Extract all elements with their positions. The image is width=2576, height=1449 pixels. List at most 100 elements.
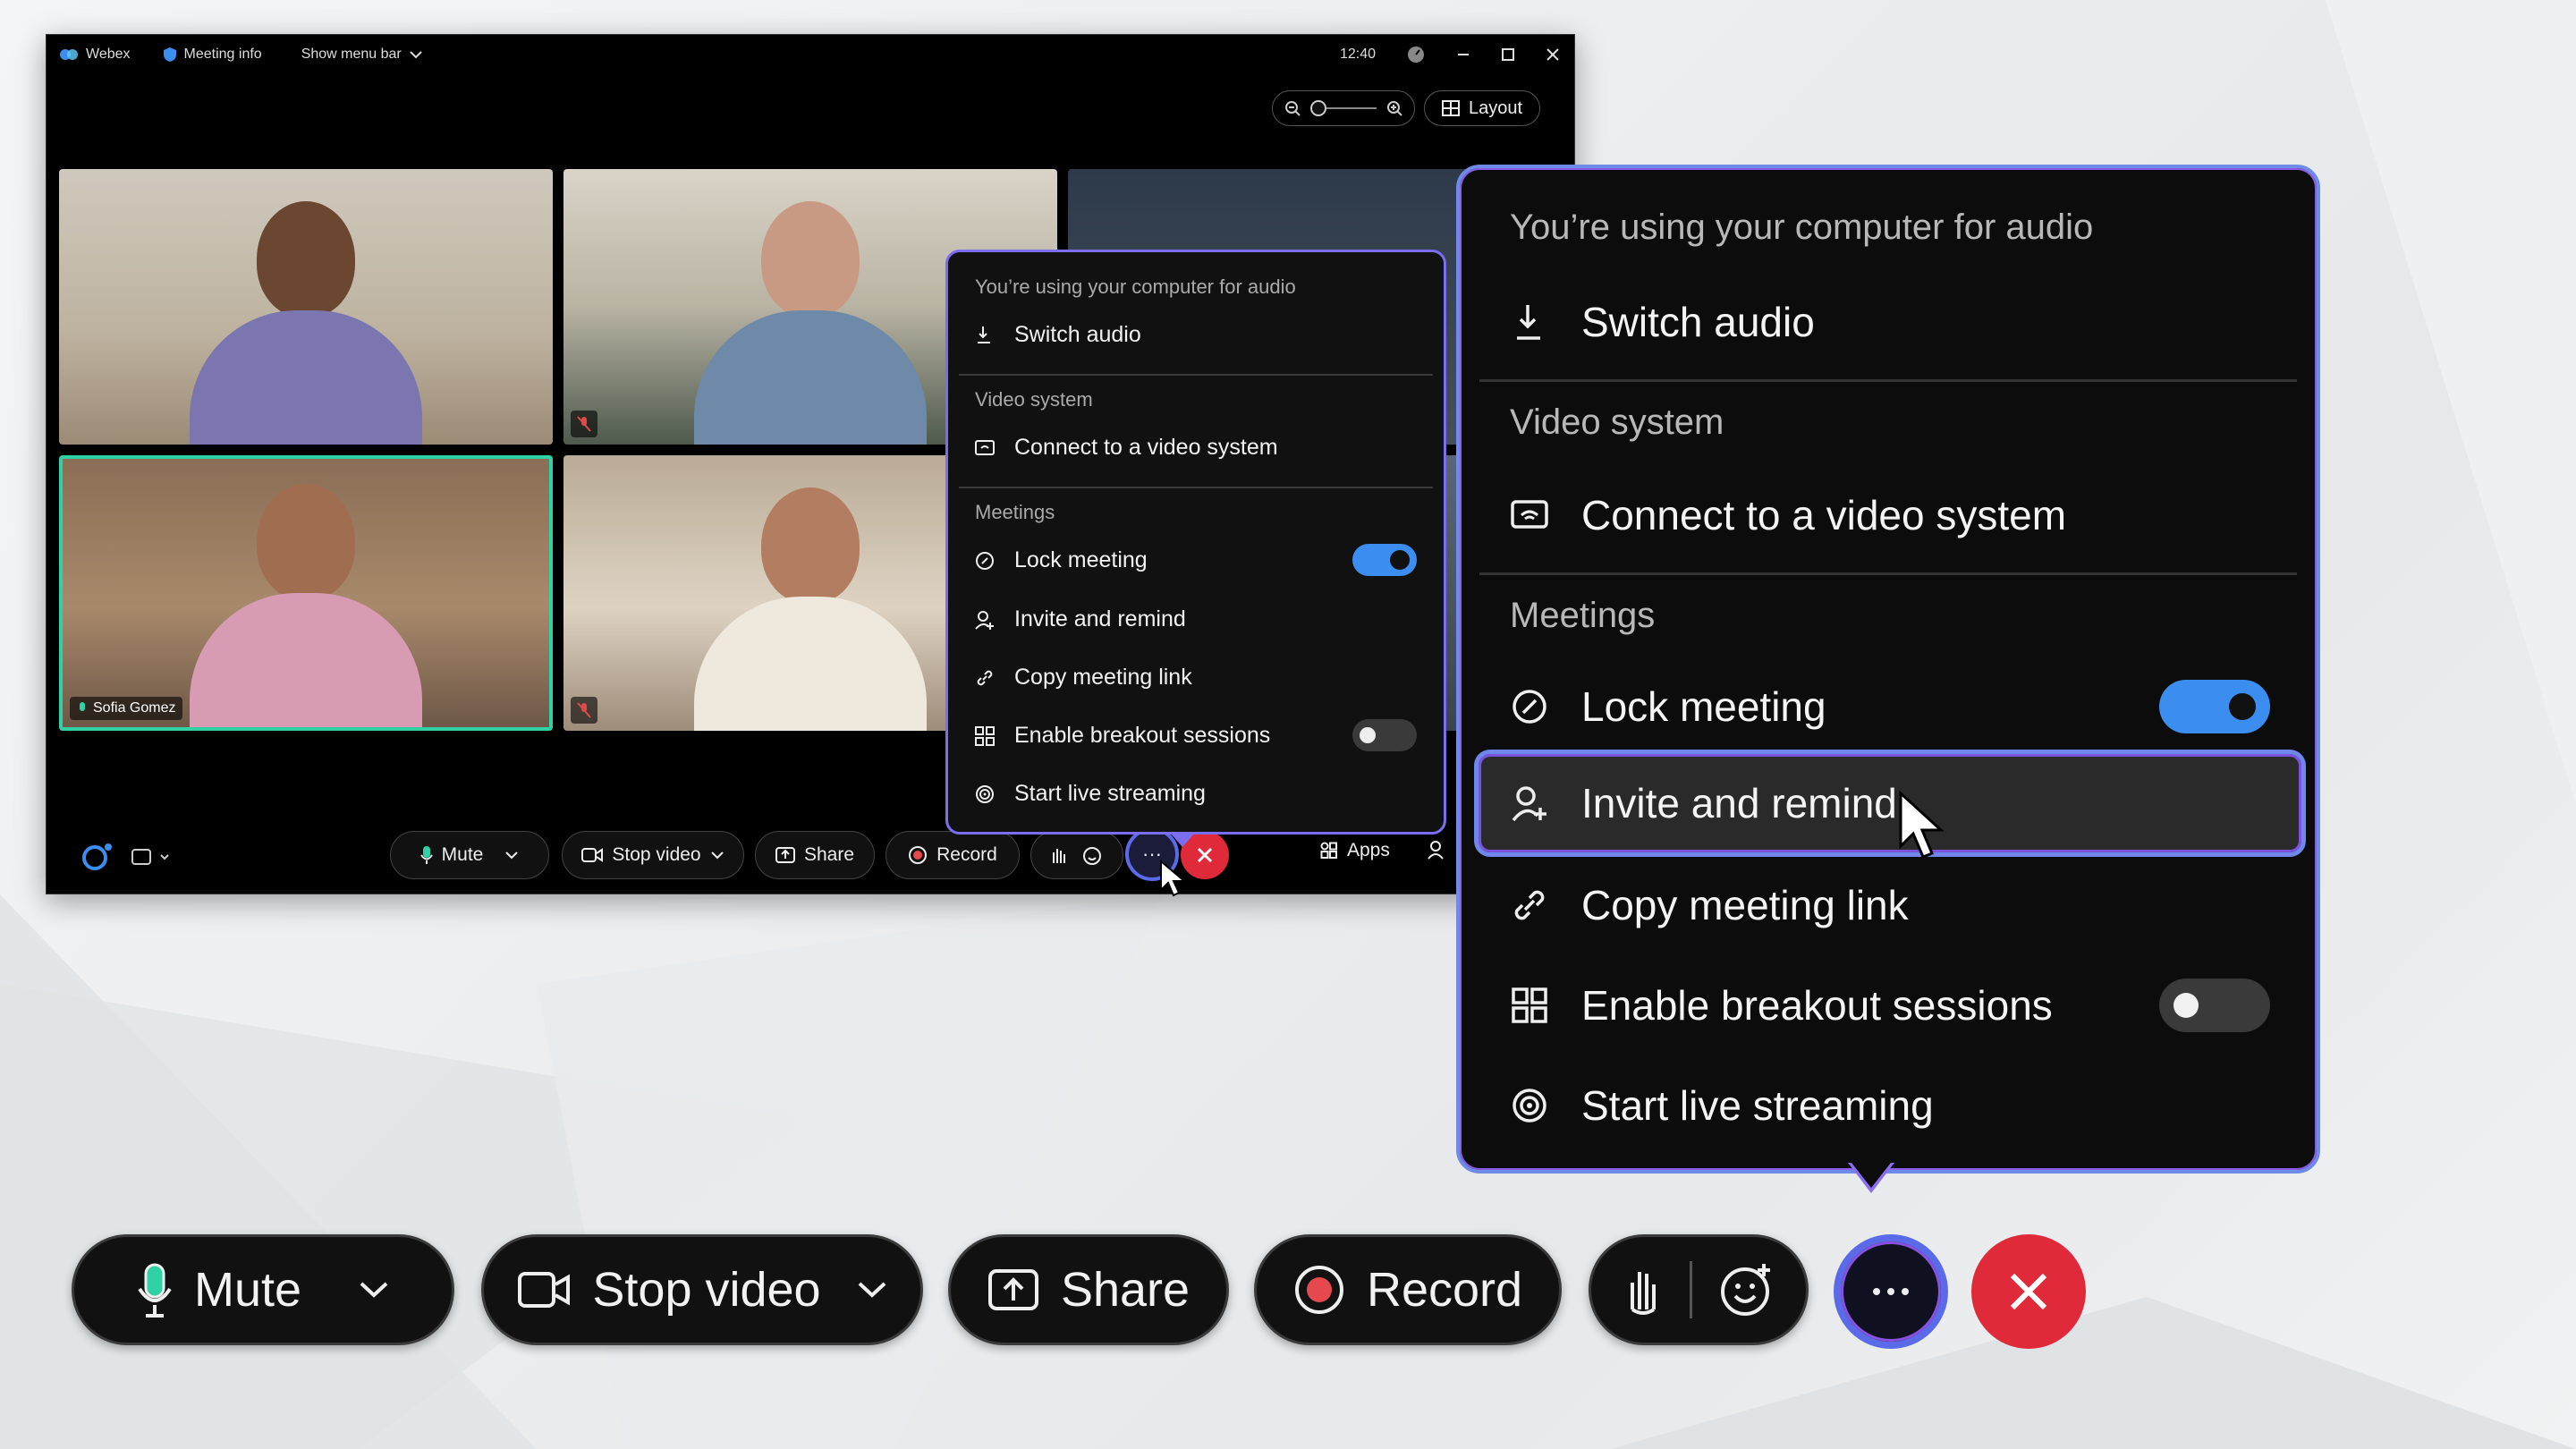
chevron-down-icon <box>410 51 422 59</box>
lock-meeting-item[interactable]: Lock meeting <box>975 547 1148 573</box>
close-icon <box>2010 1273 2047 1310</box>
stop-video-button-small[interactable]: Stop video <box>562 831 744 879</box>
invite-label: Invite and remind <box>1581 780 1897 826</box>
lock-meeting-label: Lock meeting <box>1581 683 1826 730</box>
reactions-group <box>1589 1234 1809 1345</box>
mute-button[interactable]: Mute <box>72 1234 454 1345</box>
meetings-section: Meetings <box>1510 596 1656 635</box>
participant-video <box>694 487 927 731</box>
reaction-icon[interactable] <box>1719 1262 1775 1318</box>
grid-layout-icon <box>1441 100 1460 116</box>
apps-icon <box>1320 842 1337 859</box>
divider <box>1689 1261 1692 1318</box>
participants-icon[interactable] <box>1428 840 1447 860</box>
raise-hand-icon[interactable] <box>1050 845 1066 865</box>
clock: 12:40 <box>1339 47 1376 62</box>
switch-audio-icon <box>1517 305 1540 340</box>
lock-meeting-item[interactable]: Lock meeting <box>1510 673 2267 741</box>
chevron-down-icon[interactable] <box>857 1281 887 1299</box>
video-system-icon <box>1511 500 1548 529</box>
zoom-slider[interactable] <box>1272 90 1415 126</box>
camera-icon <box>518 1272 571 1308</box>
lock-icon <box>1513 690 1546 724</box>
zoom-out-icon[interactable] <box>1284 99 1301 117</box>
breakout-toggle[interactable] <box>1352 719 1417 751</box>
apps-button[interactable]: Apps <box>1320 840 1390 861</box>
breakout-item[interactable]: Enable breakout sessions <box>975 723 1270 749</box>
webex-logo-icon <box>60 49 78 60</box>
live-streaming-item[interactable]: Start live streaming <box>1510 1072 2267 1140</box>
chevron-down-icon[interactable] <box>359 1281 389 1299</box>
connect-video-item[interactable]: Connect to a video system <box>1510 481 2267 549</box>
app-name: Webex <box>86 47 131 62</box>
record-label: Record <box>936 844 997 865</box>
lock-meeting-label: Lock meeting <box>1014 547 1148 572</box>
meeting-info-button[interactable]: Meeting info <box>163 47 262 63</box>
mic-muted-icon <box>577 702 591 718</box>
mic-muted-icon <box>577 416 591 432</box>
share-button-small[interactable]: Share <box>755 831 875 879</box>
zoom-track[interactable] <box>1310 100 1377 116</box>
lock-meeting-toggle[interactable] <box>2159 680 2270 733</box>
connect-video-item[interactable]: Connect to a video system <box>975 435 1278 461</box>
lock-meeting-toggle[interactable] <box>1352 544 1417 576</box>
minimize-icon[interactable] <box>1456 47 1470 62</box>
breakout-toggle[interactable] <box>2159 979 2270 1032</box>
switch-audio-item[interactable]: Switch audio <box>1510 288 2267 356</box>
copy-link-item[interactable]: Copy meeting link <box>975 665 1192 691</box>
zoom-in-icon[interactable] <box>1385 99 1403 117</box>
mute-label: Mute <box>441 844 484 865</box>
record-button[interactable]: Record <box>1254 1234 1562 1345</box>
webex-window: Webex Meeting info Show menu bar 12:40 L… <box>46 34 1575 897</box>
maximize-icon[interactable] <box>1501 47 1515 62</box>
breakout-icon <box>975 725 995 746</box>
apps-label: Apps <box>1347 840 1390 860</box>
raise-hand-icon[interactable] <box>1623 1263 1663 1317</box>
chevron-down-icon[interactable] <box>504 851 519 860</box>
share-icon <box>775 847 795 863</box>
audio-status: You’re using your computer for audio <box>975 275 1296 298</box>
more-dots-icon <box>1873 1288 1909 1295</box>
participant-name-badge: Sofia Gomez <box>70 697 183 720</box>
chevron-down-icon[interactable] <box>710 851 724 860</box>
switch-audio-item[interactable]: Switch audio <box>975 322 1141 348</box>
mute-button-small[interactable]: Mute <box>390 831 549 879</box>
record-button-small[interactable]: Record <box>886 831 1020 879</box>
link-icon <box>1514 890 1545 920</box>
zoom-knob[interactable] <box>1310 100 1326 116</box>
show-menu-bar-button[interactable]: Show menu bar <box>301 47 423 63</box>
webex-app-label[interactable]: Webex <box>59 47 131 63</box>
video-tile-active-speaker[interactable]: Sofia Gomez <box>59 455 553 731</box>
gauge-icon[interactable] <box>1406 45 1426 64</box>
end-meeting-button[interactable] <box>1971 1234 2086 1349</box>
divider <box>959 487 1433 488</box>
meeting-info-label: Meeting info <box>183 47 262 62</box>
breakout-label: Enable breakout sessions <box>1581 982 2053 1029</box>
stop-video-label: Stop video <box>612 844 701 865</box>
ai-assistant-icon[interactable] <box>79 840 114 876</box>
live-streaming-item[interactable]: Start live streaming <box>975 781 1206 807</box>
divider <box>1479 379 2297 382</box>
layout-button[interactable]: Layout <box>1424 90 1540 126</box>
shield-icon <box>163 47 176 62</box>
stop-video-button[interactable]: Stop video <box>481 1234 923 1345</box>
record-icon <box>1294 1266 1343 1314</box>
more-options-menu: You’re using your computer for audio Swi… <box>1456 165 2320 1174</box>
switch-audio-label: Switch audio <box>1014 322 1141 347</box>
reaction-icon[interactable] <box>1082 844 1104 866</box>
mic-icon <box>419 846 433 864</box>
share-button[interactable]: Share <box>948 1234 1229 1345</box>
close-icon[interactable] <box>1546 47 1560 62</box>
mute-label: Mute <box>193 1263 302 1317</box>
invite-icon <box>975 610 994 630</box>
menu-pointer <box>1170 833 1195 847</box>
share-label: Share <box>803 844 855 865</box>
invite-item[interactable]: Invite and remind <box>1510 769 2267 837</box>
copy-link-item[interactable]: Copy meeting link <box>1510 871 2267 939</box>
breakout-item[interactable]: Enable breakout sessions <box>1510 971 2267 1039</box>
video-tile[interactable] <box>59 169 553 445</box>
invite-item[interactable]: Invite and remind <box>975 606 1186 632</box>
captions-icon[interactable] <box>131 847 170 869</box>
video-system-section: Video system <box>975 388 1093 411</box>
more-options-button[interactable] <box>1834 1234 1948 1349</box>
